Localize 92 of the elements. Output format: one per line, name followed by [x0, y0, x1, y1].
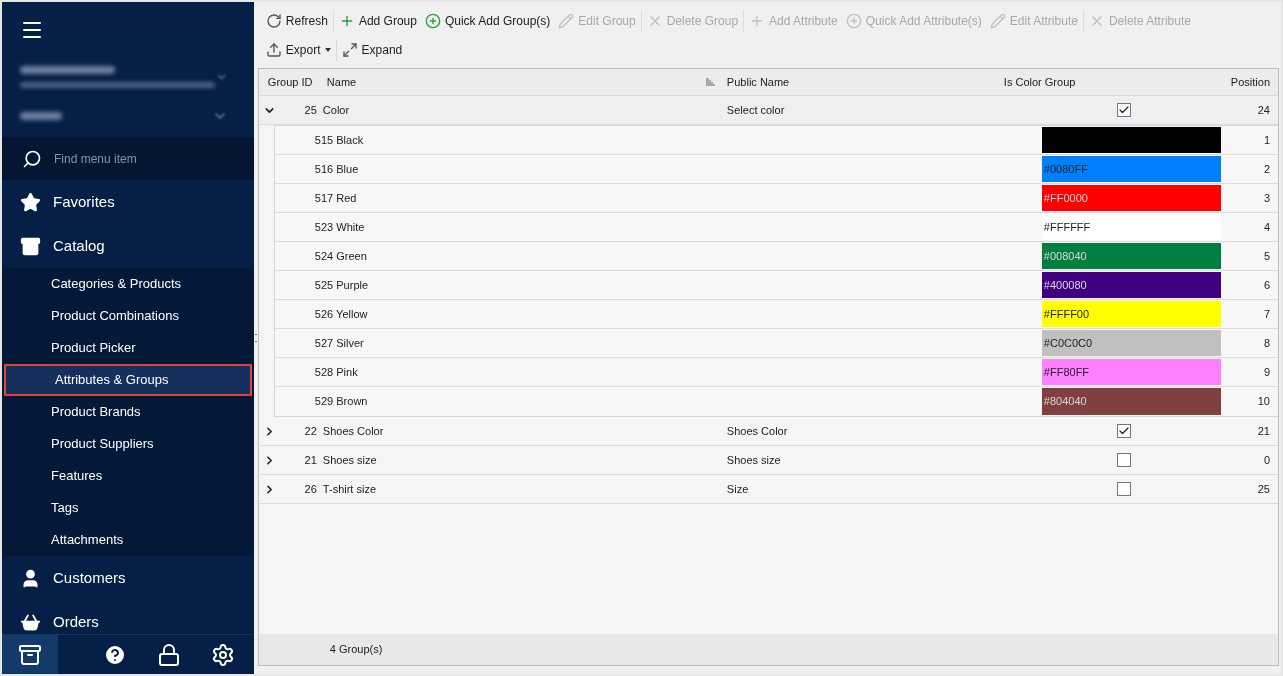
check-icon [1117, 104, 1130, 116]
menu-item[interactable]: Catalog [2, 224, 254, 268]
column-header[interactable]: Name [318, 73, 357, 91]
table-cell-text: T-shirt size [321, 481, 378, 497]
table-cell-text: 21 [304, 452, 317, 468]
group-count: 4 Group(s) [328, 642, 383, 658]
toolbar-button[interactable]: Expand [337, 37, 407, 62]
table-cell-text: 26 [304, 481, 317, 497]
table-cell-text: 6 [1262, 277, 1271, 293]
lock-icon[interactable] [157, 642, 181, 667]
hex-code: #0080FF [1043, 161, 1088, 177]
checkbox[interactable] [1116, 453, 1131, 467]
hex-code: #804040 [1043, 394, 1087, 410]
table-cell-text: 8 [1262, 335, 1271, 351]
table-cell-text: 10 [1256, 394, 1271, 410]
hex-code: #FFFF00 [1043, 306, 1090, 322]
table-cell-text: 529 Brown [313, 394, 369, 410]
menu-item[interactable]: Orders [2, 600, 254, 634]
plus-circle-icon [424, 12, 441, 29]
plus-circle-icon [845, 12, 862, 29]
table-cell-text: Shoes size [725, 452, 782, 468]
table-cell-text: 7 [1262, 306, 1271, 322]
table-cell-text: 21 [1256, 423, 1271, 439]
search-field[interactable]: Find menu item [54, 149, 224, 168]
table-cell-text: 3 [1262, 190, 1271, 206]
submenu-item[interactable]: Product Brands [2, 396, 254, 428]
column-header[interactable]: Is Color Group [994, 73, 1231, 91]
refresh-icon [265, 12, 282, 29]
archive-box-icon [20, 235, 41, 257]
table-cell-text: 527 Silver [313, 335, 365, 351]
table-cell-text: 25 [1256, 481, 1271, 497]
star-icon [20, 191, 41, 213]
menu-item[interactable]: Favorites [2, 180, 254, 224]
hex-code: #FFFFFF [1043, 219, 1091, 235]
table-cell-text: Shoes Color [725, 423, 789, 439]
submenu-item[interactable]: Tags [2, 492, 254, 524]
toolbar-button[interactable]: Quick Add Group(s) [420, 8, 555, 33]
table-cell-text: 2 [1262, 161, 1271, 177]
checkbox[interactable] [1116, 482, 1131, 496]
submenu-item[interactable]: Product Combinations [2, 300, 254, 332]
table-cell-text: 516 Blue [313, 161, 360, 177]
search-icon [22, 148, 42, 169]
blurred-text [20, 112, 62, 120]
pencil-icon [558, 12, 575, 29]
table-cell-text: 9 [1262, 364, 1271, 380]
submenu-item[interactable]: Features [2, 460, 254, 492]
submenu-item[interactable]: Product Picker [2, 332, 254, 364]
checkbox[interactable] [1116, 103, 1131, 117]
checkbox[interactable] [1116, 424, 1131, 438]
table-cell-text: 0 [1262, 452, 1271, 468]
toolbar-button[interactable]: Add Group [334, 8, 421, 33]
hex-code: #008040 [1043, 248, 1087, 264]
toolbar-button[interactable]: Refresh [261, 8, 332, 33]
upload-icon [265, 41, 282, 58]
table-cell-text: 524 Green [313, 248, 368, 264]
table-cell-text: 523 White [313, 219, 366, 235]
pencil-icon [989, 12, 1006, 29]
table-cell-text: Shoes size [321, 452, 378, 468]
table-cell-text: 5 [1262, 248, 1271, 264]
settings-icon[interactable] [211, 642, 235, 667]
hex-code: #C0C0C0 [1043, 335, 1093, 351]
table-cell-text: 525 Purple [313, 277, 370, 293]
submenu-item[interactable]: Attributes & Groups [4, 364, 252, 396]
submenu-item[interactable]: Attachments [2, 524, 254, 556]
expand-icon [341, 41, 358, 58]
table-cell-text: 1 [1262, 132, 1271, 148]
check-icon [1117, 425, 1130, 437]
table-cell-text: Color [321, 102, 351, 118]
table-cell-text: 25 [304, 102, 317, 118]
table-cell-text: Select color [725, 102, 786, 118]
table-cell-text: 515 Black [313, 132, 365, 148]
table-cell-text: 24 [1256, 102, 1271, 118]
menu-item[interactable]: Customers [2, 556, 254, 600]
table-cell-text: Size [725, 481, 750, 497]
column-header[interactable]: Position [1230, 73, 1278, 91]
column-header[interactable]: Public Name [722, 73, 995, 91]
table-cell-text: 22 [304, 423, 317, 439]
hex-code: #400080 [1043, 277, 1087, 293]
toolbar-button[interactable]: Export [261, 37, 335, 62]
hex-code: #FF80FF [1043, 364, 1090, 380]
submenu-item[interactable]: Product Suppliers [2, 428, 254, 460]
table-cell-text: Shoes Color [321, 423, 385, 439]
caret-icon [324, 47, 331, 52]
column-header[interactable]: Group ID [258, 73, 319, 91]
table-cell-text: 4 [1262, 219, 1271, 235]
archive-box-icon[interactable] [18, 642, 42, 667]
table-cell-text: 528 Pink [313, 364, 359, 380]
search-bar[interactable]: Find menu item [2, 137, 254, 180]
submenu-item[interactable]: Categories & Products [2, 268, 254, 300]
hex-code: #FF0000 [1043, 190, 1088, 206]
table-cell-text: 517 Red [313, 190, 358, 206]
table-cell-text: 526 Yellow [313, 306, 369, 322]
